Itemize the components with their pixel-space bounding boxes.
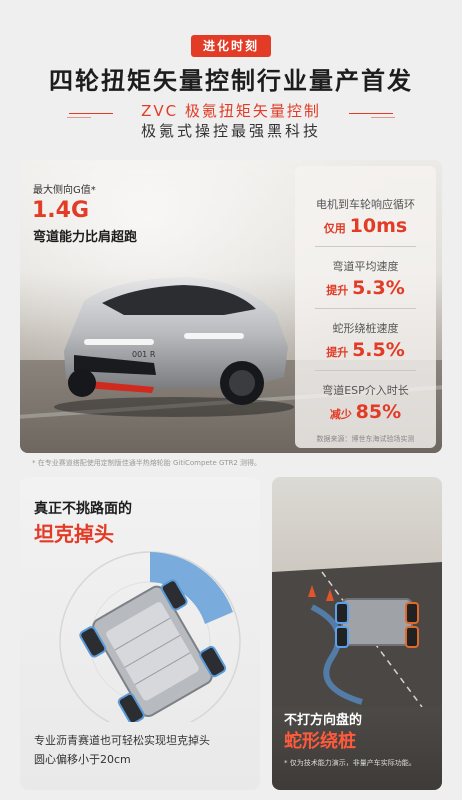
card-desc-1: 专业沥青赛道也可轻松实现坦克掉头 [34,734,210,747]
card-title-dark: 真正不挑路面的 [34,501,132,517]
stat-value: 减少 85% [295,401,436,423]
stat-value: 仅用 10ms [295,215,436,237]
car-image: 001 R [54,277,294,417]
stat-label: 弯道ESP介入时长 [322,384,409,397]
section-tag: 进化时刻 [191,35,271,57]
tank-turn-chassis-image [59,551,241,722]
divider-right [349,113,393,114]
stat-number: 5.5% [352,339,405,361]
stat-esp: 弯道ESP介入时长 减少 85% [295,382,436,423]
data-source: 数据来源：博世东海试验场实测 [316,435,415,443]
g-value-label: 最大侧向G值* [33,185,96,196]
stat-value: 提升 5.3% [295,277,436,299]
subtitle-dark: 极氪式操控最强黑科技 [140,122,321,140]
card-title-dark: 不打方向盘的 [284,713,363,728]
stat-corner-speed: 弯道平均速度 提升 5.3% [295,258,436,299]
stat-prefix: 提升 [326,346,349,359]
stat-label: 电机到车轮响应循环 [316,198,415,211]
stat-divider [315,246,416,247]
slalom-card: 不打方向盘的 蛇形绕桩 * 仅为技术能力演示，非量产车实际功能。 [272,477,442,790]
stat-prefix: 提升 [326,284,349,297]
stat-response: 电机到车轮响应循环 仅用 10ms [295,196,436,237]
hero-panel: 最大侧向G值* 1.4G 弯道能力比肩超跑 001 R 电机到车轮响应循环 仅用… [20,160,442,453]
g-value-desc: 弯道能力比肩超跑 [33,230,138,245]
stat-label: 弯道平均速度 [332,260,399,273]
page-header: 进化时刻 四轮扭矩矢量控制行业量产首发 ZVC 极氪扭矩矢量控制 极氪式操控最强… [0,0,462,160]
card-title-red: 蛇形绕桩 [284,731,356,752]
hero-footnote: * 在专业赛道搭配使用定制版佳通半热熔轮胎 GitiCompete GTR2 测… [32,459,262,467]
stat-value: 提升 5.5% [295,339,436,361]
stat-divider [315,370,416,371]
card-footnote: * 仅为技术能力演示，非量产车实际功能。 [284,759,416,767]
stat-number: 10ms [349,215,408,237]
stat-divider [315,308,416,309]
page-title: 四轮扭矩矢量控制行业量产首发 [49,67,413,95]
divider-right-thin [371,117,395,118]
slalom-scene-image [272,562,442,707]
car-badge: 001 R [132,350,156,359]
stat-number: 85% [355,401,402,423]
g-value: 1.4G [32,198,90,223]
stat-slalom-speed: 蛇形绕桩速度 提升 5.5% [295,320,436,361]
stat-prefix: 仅用 [323,222,346,235]
stat-number: 5.3% [352,277,405,299]
stats-panel: 电机到车轮响应循环 仅用 10ms 弯道平均速度 提升 5.3% 蛇形绕桩速度 … [295,166,436,448]
stat-prefix: 减少 [329,408,352,421]
tank-turn-card: 真正不挑路面的 坦克掉头 专业沥青赛道也可轻松实现坦克掉头 圆心偏移小于20cm [20,477,260,790]
card-desc-2: 圆心偏移小于20cm [34,753,131,766]
stat-label: 蛇形绕桩速度 [332,322,399,335]
